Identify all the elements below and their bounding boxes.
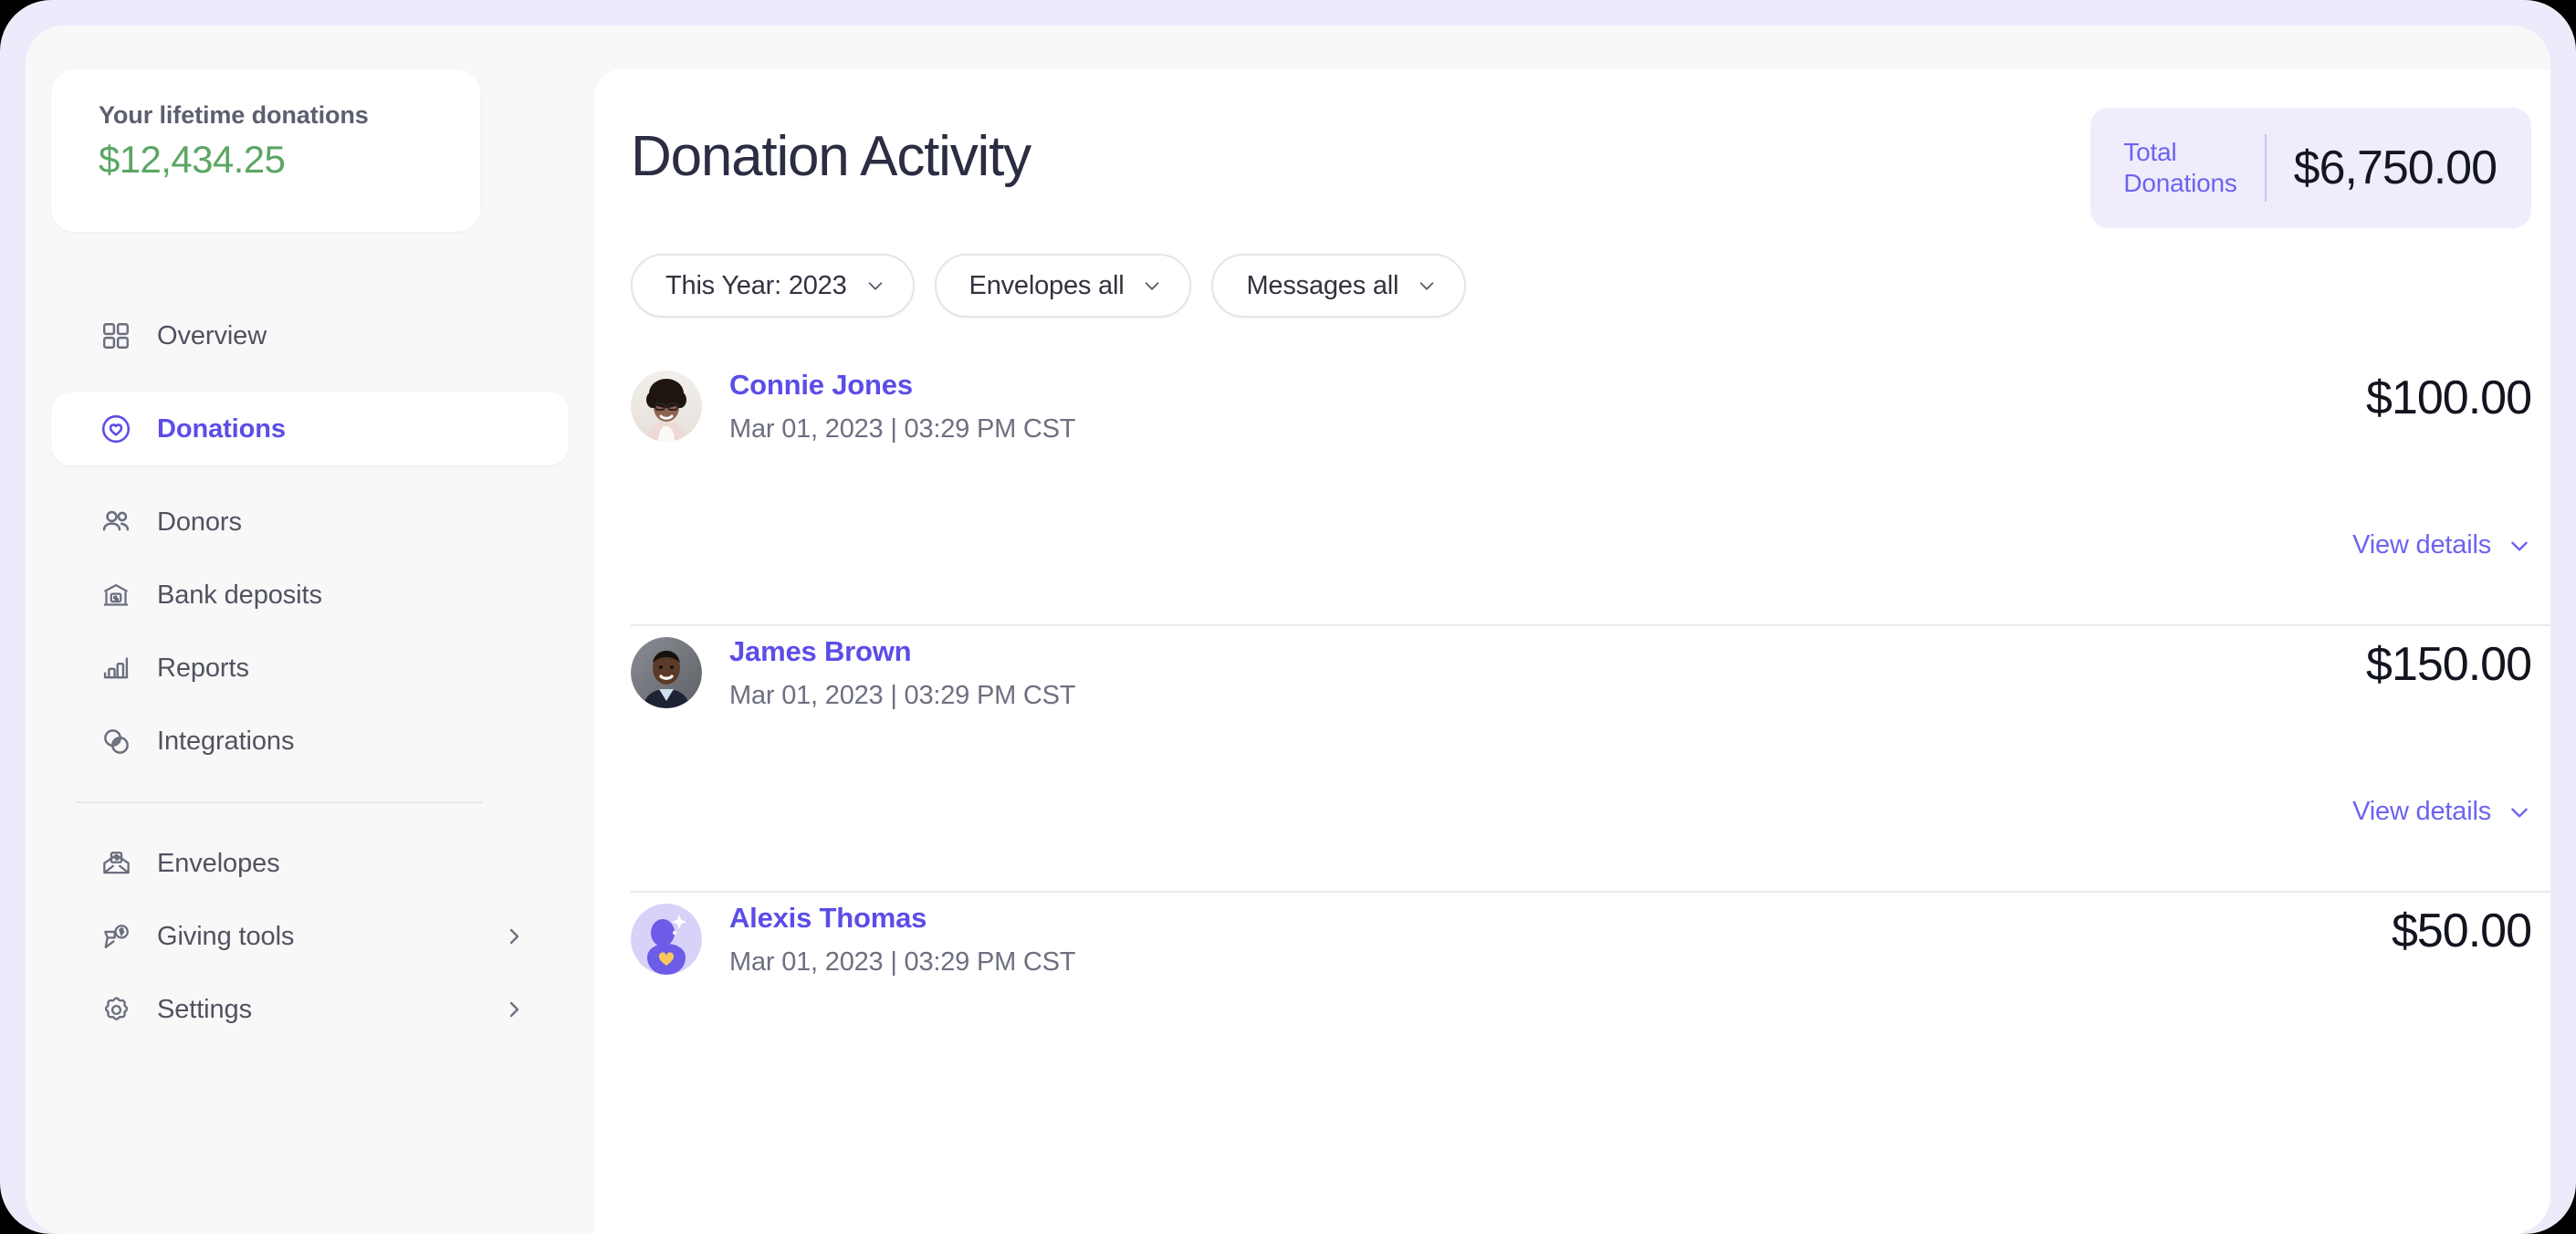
total-donations-value: $6,750.00 [2293, 141, 2497, 194]
donor-name-link[interactable]: James Brown [729, 635, 912, 668]
donation-amount: $50.00 [2391, 905, 2532, 957]
giving-tools-icon [99, 919, 133, 954]
table-row: James Brown Mar 01, 2023 | 03:29 PM CST … [594, 626, 2550, 893]
sidebar-item-label: Envelopes [157, 848, 280, 878]
app-shell: Your lifetime donations $12,434.25 Overv… [26, 26, 2550, 1234]
total-donations-badge: Total Donations $6,750.00 [2090, 108, 2531, 228]
donation-timestamp: Mar 01, 2023 | 03:29 PM CST [729, 681, 1076, 710]
sidebar-item-label: Integrations [157, 726, 295, 756]
chevron-down-icon [2508, 800, 2531, 824]
chevron-right-icon [503, 926, 525, 947]
sidebar-item-donors[interactable]: Donors [51, 486, 569, 559]
avatar [631, 371, 702, 442]
view-details-button[interactable]: View details [2352, 797, 2531, 827]
sidebar-item-label: Bank deposits [157, 580, 322, 610]
donor-info: Connie Jones Mar 01, 2023 | 03:29 PM CST [729, 367, 1076, 444]
sidebar-item-integrations[interactable]: Integrations [51, 705, 569, 778]
outer-frame: Your lifetime donations $12,434.25 Overv… [0, 0, 2576, 1234]
view-details-button[interactable]: View details [2352, 530, 2531, 560]
donation-timestamp: Mar 01, 2023 | 03:29 PM CST [729, 414, 1076, 444]
donor-name-link[interactable]: Alexis Thomas [729, 902, 927, 935]
view-details-label: View details [2352, 797, 2491, 826]
heart-circle-icon [99, 412, 133, 446]
sidebar-item-bank-deposits[interactable]: Bank deposits [51, 559, 569, 632]
donation-amount: $150.00 [2366, 638, 2532, 691]
lifetime-donations-label: Your lifetime donations [99, 101, 369, 129]
avatar [631, 637, 702, 708]
filter-label: Envelopes all [969, 270, 1125, 300]
bank-icon [99, 578, 133, 612]
filter-label: Messages all [1246, 270, 1399, 300]
donor-name-link[interactable]: Connie Jones [729, 369, 913, 402]
sidebar-item-reports[interactable]: Reports [51, 632, 569, 705]
page-title: Donation Activity [631, 125, 1031, 188]
table-row: Connie Jones Mar 01, 2023 | 03:29 PM CST… [594, 360, 2550, 626]
chevron-right-icon [503, 999, 525, 1020]
sidebar-item-label: Reports [157, 653, 249, 683]
gear-icon [99, 992, 133, 1027]
sidebar: Your lifetime donations $12,434.25 Overv… [26, 26, 594, 1234]
sidebar-item-overview[interactable]: Overview [51, 299, 569, 372]
grid-icon [99, 319, 133, 353]
sidebar-item-label: Donations [157, 413, 286, 444]
sidebar-nav: Overview Donations Donors Bank deposits … [26, 299, 594, 1046]
sidebar-item-label: Overview [157, 320, 267, 350]
donation-activity-card: Donation Activity Total Donations $6,750… [594, 69, 2550, 1234]
sidebar-item-label: Giving tools [157, 921, 295, 951]
lifetime-donations-amount: $12,434.25 [99, 137, 286, 181]
donor-info: Alexis Thomas Mar 01, 2023 | 03:29 PM CS… [729, 900, 1076, 978]
sidebar-item-label: Settings [157, 994, 252, 1024]
donation-timestamp: Mar 01, 2023 | 03:29 PM CST [729, 947, 1076, 977]
envelope-money-icon [99, 846, 133, 881]
table-row: Alexis Thomas Mar 01, 2023 | 03:29 PM CS… [594, 893, 2550, 1075]
chevron-down-icon [865, 276, 885, 296]
sidebar-divider [76, 801, 482, 803]
badge-divider [2264, 134, 2267, 202]
sidebar-item-envelopes[interactable]: Envelopes [51, 827, 569, 900]
bar-chart-icon [99, 651, 133, 685]
filter-year-dropdown[interactable]: This Year: 2023 [631, 254, 915, 318]
sidebar-item-settings[interactable]: Settings [51, 973, 569, 1046]
view-details-label: View details [2352, 530, 2491, 559]
donor-info: James Brown Mar 01, 2023 | 03:29 PM CST [729, 633, 1076, 711]
sidebar-item-donations[interactable]: Donations [51, 392, 569, 465]
card-header: Donation Activity Total Donations $6,750… [594, 69, 2550, 261]
avatar [631, 904, 702, 975]
donation-amount: $100.00 [2366, 371, 2532, 424]
users-icon [99, 505, 133, 539]
filter-messages-dropdown[interactable]: Messages all [1211, 254, 1467, 318]
sidebar-item-giving-tools[interactable]: Giving tools [51, 900, 569, 973]
filter-label: This Year: 2023 [665, 270, 847, 300]
lifetime-donations-card: Your lifetime donations $12,434.25 [51, 69, 480, 232]
chevron-down-icon [1142, 276, 1162, 296]
chevron-down-icon [2508, 534, 2531, 558]
integrations-icon [99, 724, 133, 758]
total-donations-label: Total Donations [2123, 137, 2237, 197]
chevron-down-icon [1417, 276, 1437, 296]
filter-bar: This Year: 2023 Envelopes all Messages a… [594, 254, 2550, 318]
sidebar-item-label: Donors [157, 507, 242, 537]
donation-list: Connie Jones Mar 01, 2023 | 03:29 PM CST… [594, 360, 2550, 1075]
filter-envelopes-dropdown[interactable]: Envelopes all [934, 254, 1192, 318]
